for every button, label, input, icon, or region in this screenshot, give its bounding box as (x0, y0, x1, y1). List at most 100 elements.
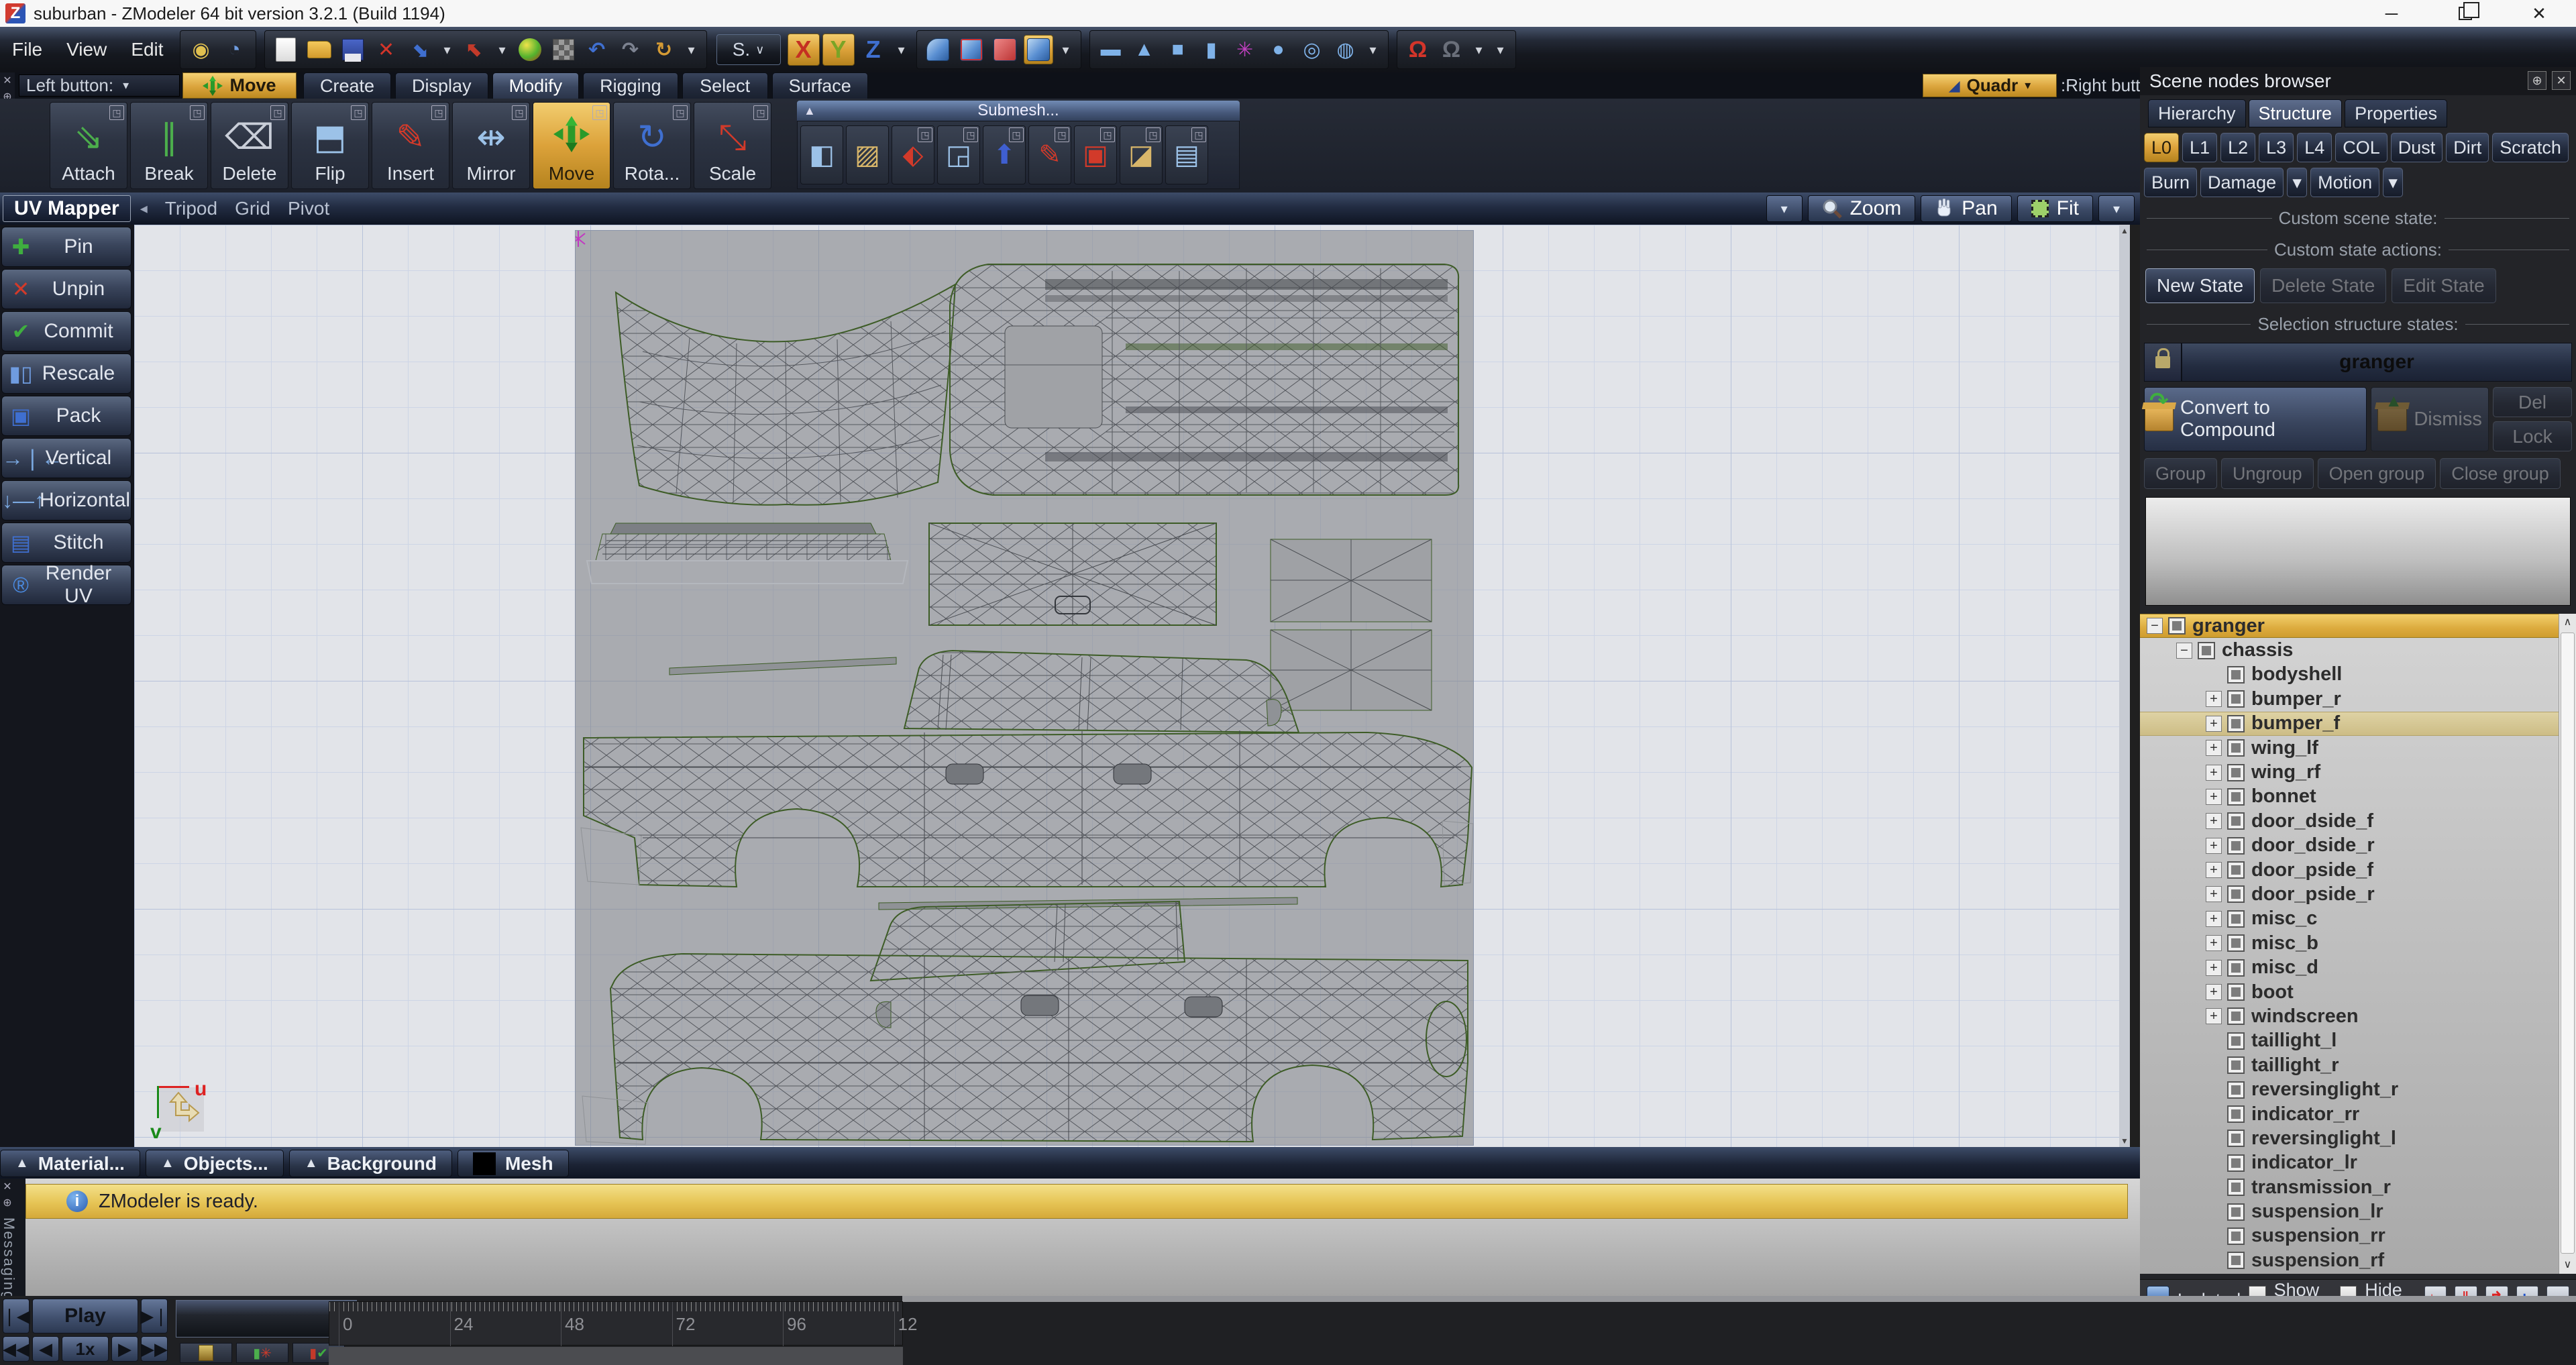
submesh-bevel-icon[interactable]: ◪◳ (1120, 125, 1163, 184)
messaging-close-icon[interactable]: ✕ (0, 1179, 15, 1195)
import-dropdown-icon[interactable]: ▾ (439, 35, 456, 64)
del-button[interactable]: Del (2493, 387, 2572, 417)
expand-corner-icon[interactable]: ◳ (190, 105, 205, 120)
state-motion-button[interactable]: Motion (2310, 168, 2379, 197)
submesh-brush-icon[interactable]: ▨ (846, 125, 889, 184)
uv-option-tripod[interactable]: Tripod (165, 198, 217, 219)
tree-row[interactable]: taillight_r (2140, 1053, 2576, 1077)
tab-surface[interactable]: Surface (772, 72, 868, 99)
undo-icon[interactable]: ↶ (582, 35, 612, 64)
restore-button[interactable] (2428, 0, 2502, 27)
group-closegroup-button[interactable]: Close group (2440, 458, 2561, 489)
snap-dropdown-icon[interactable]: ▾ (1470, 35, 1488, 64)
fast-forward-button[interactable]: ▶▶ (141, 1336, 168, 1362)
snap-off-icon[interactable]: Ω (1437, 35, 1466, 64)
uv-pin-button[interactable]: ✚Pin (1, 227, 131, 267)
expand-corner-icon[interactable]: ◳ (270, 105, 285, 120)
expand-corner-icon[interactable]: ◳ (753, 105, 768, 120)
faces-mode-icon[interactable] (990, 35, 1020, 64)
menu-file[interactable]: File (0, 39, 54, 60)
tree-row[interactable]: +misc_d (2140, 955, 2576, 979)
tree-row[interactable]: +misc_c (2140, 907, 2576, 931)
state-burn-button[interactable]: Burn (2144, 168, 2197, 197)
lod-l3-button[interactable]: L3 (2259, 133, 2294, 162)
ribbon-attach-button[interactable]: ◳⇘Attach (50, 102, 127, 189)
axis-z-button[interactable]: Z (857, 34, 890, 66)
primitive-cylinder-icon[interactable]: ▮ (1197, 35, 1226, 64)
axis-y-button[interactable]: Y (822, 34, 855, 66)
scroll-up-icon[interactable]: ▲ (2119, 225, 2130, 237)
primitive-helper-icon[interactable]: ✳ (1230, 35, 1260, 64)
tree-row[interactable]: suspension_rf (2140, 1248, 2576, 1272)
primitive-tube-icon[interactable]: ◍ (1331, 35, 1360, 64)
ribbon-mirror-button[interactable]: ◳⇹Mirror (452, 102, 530, 189)
first-frame-button[interactable]: ❘◀ (3, 1299, 30, 1333)
bottom-tab-material[interactable]: ▲Material... (0, 1150, 140, 1177)
lod-l4-button[interactable]: L4 (2297, 133, 2332, 162)
uv-vertical-button[interactable]: →❘←Vertical (1, 438, 131, 478)
state-motion-dropdown-icon[interactable]: ▾ (2383, 168, 2403, 197)
view-preset-dropdown[interactable]: ▾ (1766, 195, 1803, 222)
new-file-icon[interactable] (271, 35, 301, 64)
mode-dropdown-icon[interactable]: ▾ (1057, 35, 1075, 64)
tree-expand-icon[interactable]: + (2206, 911, 2222, 927)
texture-icon[interactable] (549, 35, 578, 64)
pan-button[interactable]: Pan (1921, 195, 2011, 222)
minimize-button[interactable]: ─ (2355, 0, 2428, 27)
snap-mode-dropdown[interactable]: S.∨ (716, 34, 781, 65)
edges-mode-icon[interactable] (957, 35, 986, 64)
submesh-title[interactable]: ▲ Submesh... (797, 101, 1240, 121)
expand-corner-icon[interactable]: ◳ (1100, 127, 1115, 142)
ribbon-delete-button[interactable]: ◳⌫Delete (211, 102, 288, 189)
tree-row[interactable]: +bumper_r (2140, 687, 2576, 711)
right-button-quadr-button[interactable]: ◢ Quadr▾ (1923, 74, 2057, 97)
tab-rigging[interactable]: Rigging (583, 72, 678, 99)
uv-unpin-button[interactable]: ✕Unpin (1, 269, 131, 309)
last-frame-button[interactable]: ▶❘ (141, 1299, 168, 1333)
rewind-button[interactable]: ◀◀ (3, 1336, 30, 1362)
group-ungroup-button[interactable]: Ungroup (2221, 458, 2314, 489)
speed-button[interactable]: 1x (62, 1336, 109, 1362)
tree-row[interactable]: suspension_lr (2140, 1199, 2576, 1223)
tree-expand-icon[interactable]: + (2206, 789, 2222, 805)
tree-row[interactable]: bodyshell (2140, 663, 2576, 687)
expand-corner-icon[interactable]: ◳ (963, 127, 978, 142)
tree-expand-icon[interactable]: + (2206, 765, 2222, 781)
tab-modify[interactable]: Modify (492, 72, 580, 99)
tree-row[interactable]: +wing_lf (2140, 736, 2576, 760)
group-opengroup-button[interactable]: Open group (2318, 458, 2436, 489)
uv-overflow-dropdown[interactable]: ▾ (2098, 195, 2135, 222)
tab-create[interactable]: Create (303, 72, 391, 99)
tree-row[interactable]: +bonnet (2140, 785, 2576, 809)
uv-option-grid[interactable]: Grid (235, 198, 270, 219)
submesh-split-icon[interactable]: ◲◳ (937, 125, 980, 184)
canvas-scrollbar[interactable]: ▲ ▼ (2119, 225, 2130, 1147)
lod-dirt-button[interactable]: Dirt (2446, 133, 2489, 162)
tree-expand-icon[interactable]: + (2206, 862, 2222, 878)
tree-expand-icon[interactable]: + (2206, 691, 2222, 707)
tree-scroll-down-icon[interactable]: ∨ (2559, 1256, 2576, 1274)
objects-mode-icon[interactable] (1024, 35, 1053, 64)
open-file-icon[interactable] (305, 35, 334, 64)
redo-icon[interactable]: ↷ (616, 35, 645, 64)
bottom-tab-background[interactable]: ▲Background (289, 1150, 452, 1177)
scene-tab-structure[interactable]: Structure (2249, 99, 2343, 127)
import-icon[interactable]: ⬊ (405, 35, 435, 64)
keyframe-record-button[interactable] (180, 1343, 232, 1363)
messaging-pin-icon[interactable]: ⊕ (0, 1195, 15, 1211)
dismiss-button[interactable]: Dismiss (2371, 387, 2489, 451)
primitive-torus-icon[interactable]: ◎ (1297, 35, 1327, 64)
new-state-button[interactable]: New State (2145, 268, 2255, 303)
tree-scroll-up-icon[interactable]: ∧ (2559, 614, 2576, 631)
lod-l2-button[interactable]: L2 (2220, 133, 2255, 162)
lod-l0-button[interactable]: L0 (2144, 133, 2179, 162)
uv-canvas[interactable]: u v ▲ ▼ (134, 225, 2130, 1147)
tree-row[interactable]: indicator_lr (2140, 1151, 2576, 1175)
tree-row[interactable]: taillight_l (2140, 1029, 2576, 1053)
tree-row[interactable]: +misc_b (2140, 931, 2576, 955)
tree-expand-icon[interactable]: + (2206, 886, 2222, 902)
tree-expand-icon[interactable]: + (2206, 960, 2222, 976)
expand-corner-icon[interactable]: ◳ (673, 105, 688, 120)
lod-scratch-button[interactable]: Scratch (2492, 133, 2569, 162)
play-button[interactable]: Play (32, 1299, 138, 1333)
